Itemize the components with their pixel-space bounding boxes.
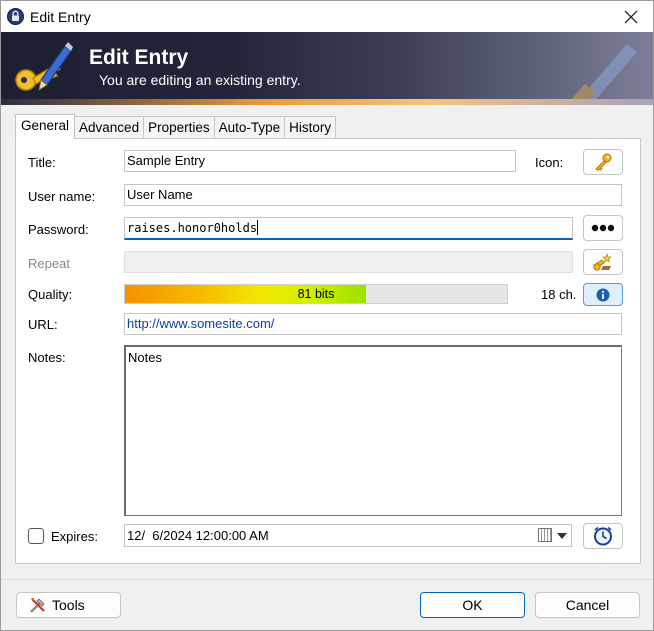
username-input[interactable]: User Name xyxy=(124,184,622,206)
tab-auto-type[interactable]: Auto-Type xyxy=(213,116,286,139)
entry-icon-button[interactable] xyxy=(583,149,623,175)
generate-password-button[interactable] xyxy=(583,249,623,275)
expiry-date-picker[interactable]: 12/ 6/2024 12:00:00 AM xyxy=(124,524,572,547)
cancel-button[interactable]: Cancel xyxy=(535,592,640,618)
ok-button[interactable]: OK xyxy=(420,592,525,618)
password-input[interactable]: raises.honor0holds xyxy=(124,217,573,240)
expiry-date-text: 12/ 6/2024 12:00:00 AM xyxy=(127,528,269,543)
expiry-presets-button[interactable] xyxy=(583,523,623,549)
footer-separator xyxy=(1,579,653,580)
key-pen-watermark-icon xyxy=(565,44,637,105)
close-button[interactable] xyxy=(619,5,643,29)
banner-title: Edit Entry xyxy=(89,46,189,69)
ok-button-label: OK xyxy=(462,597,483,613)
tab-advanced[interactable]: Advanced xyxy=(74,116,145,139)
title-input[interactable]: Sample Entry xyxy=(124,150,516,172)
password-quality-text: 81 bits xyxy=(297,287,335,301)
banner-glow xyxy=(1,99,653,105)
password-length: 18 ch. xyxy=(541,287,577,302)
tools-button-label: Tools xyxy=(52,597,85,613)
clock-icon xyxy=(594,526,612,546)
tools-button[interactable]: Tools xyxy=(16,592,121,618)
expires-checkbox[interactable] xyxy=(28,528,44,544)
title-bar: Edit Entry xyxy=(1,1,653,32)
key-icon xyxy=(595,153,612,171)
banner-subtitle: You are editing an existing entry. xyxy=(99,72,301,88)
username-label: User name: xyxy=(28,189,96,204)
window-title: Edit Entry xyxy=(30,9,91,25)
icon-label: Icon: xyxy=(535,155,564,170)
notes-textarea[interactable]: Notes xyxy=(124,345,622,516)
text-caret xyxy=(257,220,259,235)
quality-info-button[interactable] xyxy=(583,283,623,306)
password-label: Password: xyxy=(28,222,89,237)
tab-strip: General Advanced Properties Auto-Type Hi… xyxy=(15,114,337,139)
info-icon xyxy=(596,288,610,301)
tab-general[interactable]: General xyxy=(15,114,76,139)
edit-entry-dialog: Edit Entry Edit Entry You are editing an… xyxy=(0,0,654,631)
calendar-icon xyxy=(538,528,552,542)
repeat-label: Repeat xyxy=(28,256,70,271)
cancel-button-label: Cancel xyxy=(565,597,610,613)
password-quality-bar: 81 bits xyxy=(124,284,508,304)
show-password-button[interactable] xyxy=(583,215,623,241)
chevron-down-icon[interactable] xyxy=(557,533,567,539)
quality-label: Quality: xyxy=(28,287,73,302)
lock-icon xyxy=(7,8,24,25)
password-generator-icon xyxy=(593,252,612,271)
tab-history[interactable]: History xyxy=(284,116,337,139)
key-pen-icon xyxy=(15,42,73,92)
repeat-password-input xyxy=(124,251,573,273)
notes-label: Notes: xyxy=(28,350,66,365)
banner: Edit Entry You are editing an existing e… xyxy=(1,32,653,105)
url-label: URL: xyxy=(28,317,58,332)
dots-icon xyxy=(591,224,615,232)
tools-icon xyxy=(30,598,45,613)
title-label: Title: xyxy=(28,155,56,170)
tab-properties[interactable]: Properties xyxy=(143,116,215,139)
expires-label[interactable]: Expires: xyxy=(51,529,98,544)
password-text: raises.honor0holds xyxy=(127,221,258,235)
url-input[interactable]: http://www.somesite.com/ xyxy=(124,313,622,335)
close-icon xyxy=(624,10,638,24)
